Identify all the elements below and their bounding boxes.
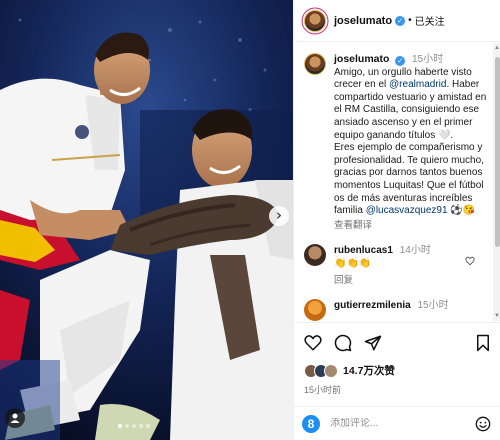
tagged-users-button[interactable] <box>5 408 25 428</box>
reply-button[interactable]: 回复 <box>334 274 484 287</box>
scroll-up-arrow-icon[interactable]: ▲ <box>494 45 500 51</box>
post-side-panel: joselumato ✓ • 已关注 joselumato ✓ 15小时 Ami… <box>293 0 500 440</box>
comment-input[interactable] <box>330 418 450 429</box>
author-username[interactable]: joselumato <box>334 15 392 27</box>
post-actions: 14.7万次赞 15小时前 <box>294 322 500 406</box>
celebration-photo <box>0 0 293 440</box>
share-icon[interactable] <box>364 334 382 352</box>
post-photo[interactable]: › <box>0 0 293 440</box>
verified-badge-icon: ✓ <box>395 15 406 26</box>
likes-count[interactable]: 14.7万次赞 <box>343 363 395 378</box>
like-comment-heart-icon[interactable] <box>465 256 475 266</box>
carousel-dot <box>125 424 129 428</box>
caption-avatar[interactable] <box>304 53 326 75</box>
likes-row[interactable]: 14.7万次赞 <box>304 363 491 378</box>
post-header: joselumato ✓ • 已关注 <box>294 0 500 42</box>
person-icon <box>10 413 20 423</box>
following-button[interactable]: 已关注 <box>415 13 445 28</box>
mention-link-realmadrid[interactable]: @realmadrid <box>389 79 446 90</box>
next-image-button[interactable]: › <box>269 206 289 226</box>
commenter-avatar[interactable] <box>304 244 326 267</box>
heart-icon[interactable] <box>304 334 322 352</box>
carousel-dot <box>132 424 136 428</box>
emoji-icon[interactable] <box>475 416 491 432</box>
carousel-dots <box>118 424 150 428</box>
comment-text: 👏👏👏 <box>334 258 372 270</box>
bookmark-icon[interactable] <box>475 334 491 352</box>
comments-scrollbar[interactable]: ▲ ▼ <box>493 43 500 321</box>
header-separator: • <box>408 15 412 26</box>
caption-emojis: ⚽😘 <box>447 205 476 217</box>
commenter-avatar[interactable] <box>304 299 326 321</box>
commenter-username[interactable]: rubenlucas1 <box>334 245 393 256</box>
post-caption: joselumato ✓ 15小时 Amigo, un orgullo habe… <box>294 43 493 232</box>
add-comment-bar: 8 <box>294 406 500 440</box>
post-dialog: › joselumato ✓ • 已关注 joselumato ✓ 15小时 A… <box>0 0 500 440</box>
comment-time: 14小时 <box>399 245 431 257</box>
author-avatar[interactable] <box>304 9 326 32</box>
user-avatar-button[interactable]: 8 <box>302 414 320 433</box>
caption-time: 15小时 <box>412 54 444 65</box>
commenter-username[interactable]: gutierrezmilenia <box>334 300 411 311</box>
post-timestamp: 15小时前 <box>304 385 342 395</box>
verified-badge-icon: ✓ <box>395 56 406 66</box>
carousel-dot <box>139 424 143 428</box>
liker-avatars <box>304 363 338 378</box>
caption-text: Amigo, un orgullo haberte visto crecer e… <box>334 67 487 218</box>
comment-item: rubenlucas1 14小时 👏👏👏 回复 <box>294 244 493 287</box>
carousel-dot <box>146 424 150 428</box>
comments-scroll-area[interactable]: joselumato ✓ 15小时 Amigo, un orgullo habe… <box>294 43 493 321</box>
liker-avatar <box>324 363 338 378</box>
caption-username[interactable]: joselumato <box>334 53 389 65</box>
comment-icon[interactable] <box>334 334 352 352</box>
see-translation-link[interactable]: 查看翻译 <box>334 220 487 233</box>
comment-time: 15小时 <box>417 300 449 312</box>
mention-link-lucasvazquez91[interactable]: @lucasvazquez91 <box>366 205 448 216</box>
carousel-dot <box>118 424 122 428</box>
scroll-down-arrow-icon[interactable]: ▼ <box>494 313 500 319</box>
comment-item: gutierrezmilenia 15小时 <box>294 299 493 321</box>
scrollbar-thumb[interactable] <box>494 57 500 247</box>
